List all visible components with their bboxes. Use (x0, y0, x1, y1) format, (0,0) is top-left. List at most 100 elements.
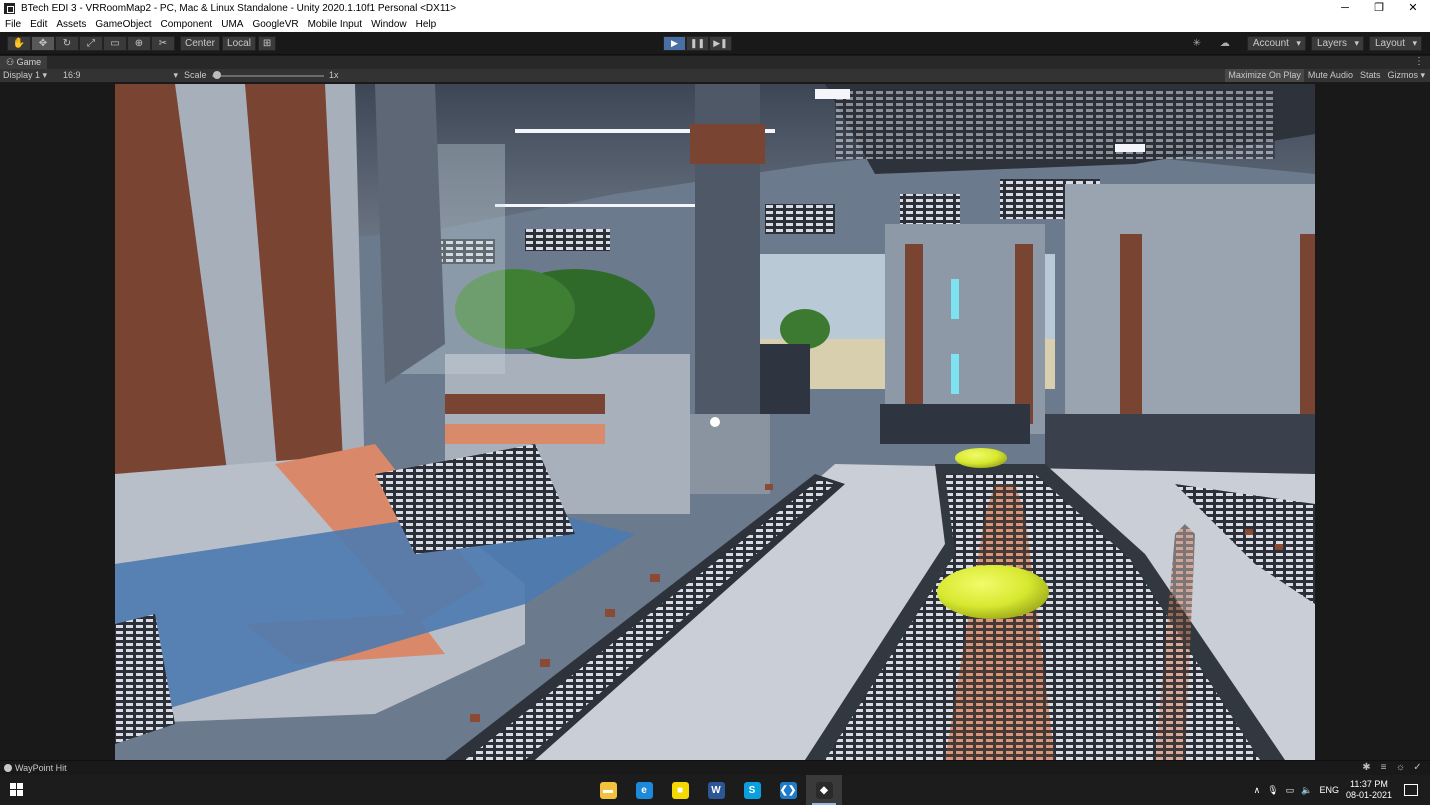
microphone-icon[interactable]: 🎙 (1267, 785, 1278, 796)
maximize-on-play-toggle[interactable]: Maximize On Play (1225, 69, 1304, 82)
transform-tool-button[interactable]: ⊕ (127, 36, 151, 51)
menu-help[interactable]: Help (416, 19, 437, 30)
windows-start-icon[interactable] (10, 783, 23, 796)
step-button[interactable]: ▶❚ (709, 36, 732, 51)
game-view-toolbar: Display 1 ▾ 16:9 Scale 1x Maximize On Pl… (0, 69, 1430, 83)
windows-taskbar: ▬ e ■ W S ❮❯ ◆ ∧ 🎙 ▭ 🔈 ENG 11:37 PM 08-01-2021 (0, 775, 1430, 805)
scale-slider-track[interactable] (212, 75, 324, 77)
lighting-icon[interactable]: ☼ (1392, 762, 1409, 773)
custom-tool-button[interactable]: ✂ (151, 36, 175, 51)
scale-slider-thumb[interactable] (213, 71, 222, 79)
menu-window[interactable]: Window (371, 19, 407, 30)
grid-snap-button[interactable]: ⊞ (257, 36, 277, 51)
bug-icon[interactable]: ✱ (1358, 762, 1375, 773)
taskbar-app-unity[interactable]: ◆ (806, 775, 842, 805)
restore-button[interactable]: ❐ (1362, 0, 1396, 17)
pause-icon: ❚❚ (689, 38, 706, 48)
taskbar-app-skype[interactable]: S (734, 775, 770, 805)
menu-edit[interactable]: Edit (30, 19, 47, 30)
tab-menu-icon[interactable]: ⋮ (1414, 56, 1424, 68)
chevron-up-icon[interactable]: ∧ (1254, 785, 1261, 796)
gaze-reticle (710, 417, 720, 427)
vs-code-icon: ❮❯ (779, 781, 797, 799)
grid-icon: ⊞ (262, 38, 272, 49)
menu-component[interactable]: Component (161, 19, 213, 30)
collab-icon[interactable]: ✳ (1186, 36, 1208, 51)
check-icon[interactable]: ✓ (1409, 762, 1426, 773)
move-icon: ✥ (38, 38, 48, 49)
system-tray: ∧ 🎙 ▭ 🔈 ENG 11:37 PM 08-01-2021 (1254, 775, 1430, 805)
center-label: Center (185, 38, 216, 49)
volume-icon[interactable]: 🔈 (1301, 785, 1312, 796)
move-tool-button[interactable]: ✥ (31, 36, 55, 51)
notification-icon[interactable] (1404, 784, 1418, 796)
stats-toggle[interactable]: Stats (1357, 69, 1384, 82)
scale-icon: ⤢ (87, 38, 95, 49)
file-explorer-icon: ▬ (599, 781, 617, 799)
layout-label: Layout (1374, 38, 1405, 49)
layers-label: Layers (1316, 38, 1347, 49)
rotate-tool-button[interactable]: ↻ (55, 36, 79, 51)
pause-button[interactable]: ❚❚ (686, 36, 709, 51)
menu-uma[interactable]: UMA (221, 19, 243, 30)
transform-tools: ✋ ✥ ↻ ⤢ ▭ ⊕ ✂ (7, 36, 175, 51)
network-icon[interactable]: ▭ (1286, 785, 1295, 796)
play-icon: ▶ (671, 38, 678, 48)
waypoint-marker-far[interactable] (955, 448, 1007, 468)
display-dropdown[interactable]: Display 1 ▾ (3, 70, 47, 81)
layers-status-icon[interactable]: ≡ (1375, 762, 1392, 773)
taskbar-app-word[interactable]: W (698, 775, 734, 805)
transform-icon: ⊕ (134, 38, 144, 49)
cloud-icon[interactable]: ☁ (1214, 36, 1236, 51)
scale-tool-button[interactable]: ⤢ (79, 36, 103, 51)
taskbar-app-edge[interactable]: e (626, 775, 662, 805)
menu-gameobject[interactable]: GameObject (95, 19, 151, 30)
game-view-options: Maximize On Play Mute Audio Stats Gizmos… (1224, 69, 1428, 82)
unity-logo-icon (4, 3, 15, 14)
menu-googlevr[interactable]: GoogleVR (252, 19, 298, 30)
pivot-local-button[interactable]: Local (222, 36, 256, 51)
language-indicator[interactable]: ENG (1319, 785, 1339, 795)
taskbar-app-file-explorer[interactable]: ▬ (590, 775, 626, 805)
hand-icon: ✋ (12, 38, 26, 49)
status-bar: WayPoint Hit ✱ ≡ ☼ ✓ (0, 760, 1430, 775)
menu-bar: File Edit Assets GameObject Component UM… (0, 17, 1430, 32)
layers-dropdown[interactable]: Layers (1310, 36, 1364, 51)
tab-bar: ⚇ Game ⋮ (0, 56, 1430, 69)
window-title: BTech EDI 3 - VRRoomMap2 - PC, Mac & Lin… (21, 3, 457, 14)
pivot-center-button[interactable]: Center (180, 36, 221, 51)
word-icon: W (707, 781, 725, 799)
game-render-view[interactable] (115, 84, 1315, 760)
toolbar-right: ✳ ☁ Account Layers Layout (1186, 36, 1422, 51)
sticky-notes-icon: ■ (671, 781, 689, 799)
close-button[interactable]: ✕ (1396, 0, 1430, 17)
aspect-dropdown[interactable]: 16:9 (63, 70, 178, 81)
minimize-button[interactable]: ─ (1328, 0, 1362, 17)
window-titlebar: BTech EDI 3 - VRRoomMap2 - PC, Mac & Lin… (0, 0, 1430, 17)
taskbar-app-vs-code[interactable]: ❮❯ (770, 775, 806, 805)
menu-mobile-input[interactable]: Mobile Input (308, 19, 362, 30)
custom-tool-icon: ✂ (158, 38, 168, 49)
tab-game[interactable]: ⚇ Game (0, 56, 48, 69)
menu-file[interactable]: File (5, 19, 21, 30)
status-icons: ✱ ≡ ☼ ✓ (1358, 762, 1426, 773)
rect-tool-button[interactable]: ▭ (103, 36, 127, 51)
waypoint-marker-near[interactable] (937, 565, 1049, 619)
info-icon (4, 764, 12, 772)
taskbar-apps: ▬ e ■ W S ❮❯ ◆ (590, 775, 842, 805)
console-message[interactable]: WayPoint Hit (4, 763, 67, 773)
layout-dropdown[interactable]: Layout (1368, 36, 1422, 51)
account-dropdown[interactable]: Account (1246, 36, 1306, 51)
clock[interactable]: 11:37 PM 08-01-2021 (1346, 779, 1392, 801)
status-message: WayPoint Hit (15, 763, 67, 773)
hand-tool-button[interactable]: ✋ (7, 36, 31, 51)
pivot-controls: Center Local ⊞ (180, 36, 278, 51)
gizmos-dropdown[interactable]: Gizmos ▾ (1384, 69, 1428, 82)
rotate-icon: ↻ (62, 38, 72, 49)
window-controls: ─ ❐ ✕ (1328, 0, 1430, 17)
taskbar-app-sticky-notes[interactable]: ■ (662, 775, 698, 805)
play-button[interactable]: ▶ (663, 36, 686, 51)
skype-icon: S (743, 781, 761, 799)
menu-assets[interactable]: Assets (56, 19, 86, 30)
mute-audio-toggle[interactable]: Mute Audio (1305, 69, 1356, 82)
